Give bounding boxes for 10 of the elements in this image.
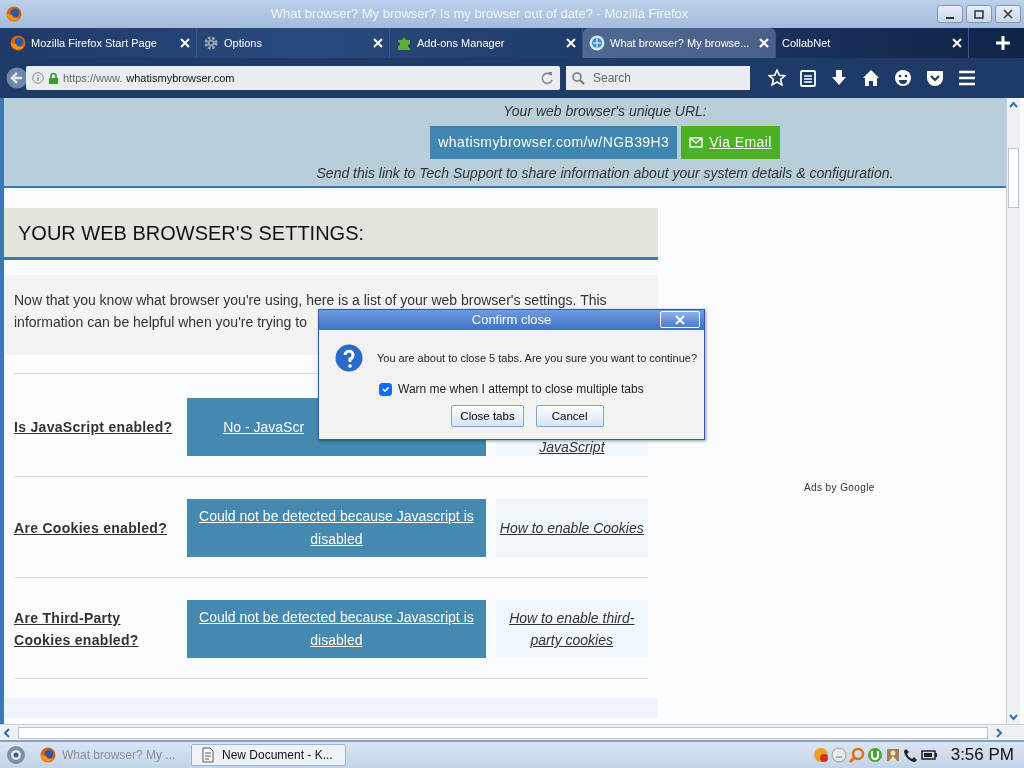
url-scheme: https://www. xyxy=(63,70,123,86)
window-title: What browser? My browser? Is my browser out of date? - Mozilla Firefox xyxy=(269,5,690,24)
ads-label: Ads by Google xyxy=(804,482,875,493)
clock: 3:56 PM xyxy=(950,744,1014,767)
banner-note: Send this link to Tech Support to share information about your system details & configuration. xyxy=(316,163,894,183)
section-heading: YOUR WEB BROWSER'S SETTINGS: xyxy=(4,208,658,260)
banner-label: Your web browser's unique URL: xyxy=(503,101,707,121)
dialog-title: Confirm close xyxy=(471,311,552,330)
checkbox-label: Warn me when I attempt to close multiple tabs xyxy=(398,381,644,398)
url-host: whatismybrowser.com xyxy=(126,70,235,86)
